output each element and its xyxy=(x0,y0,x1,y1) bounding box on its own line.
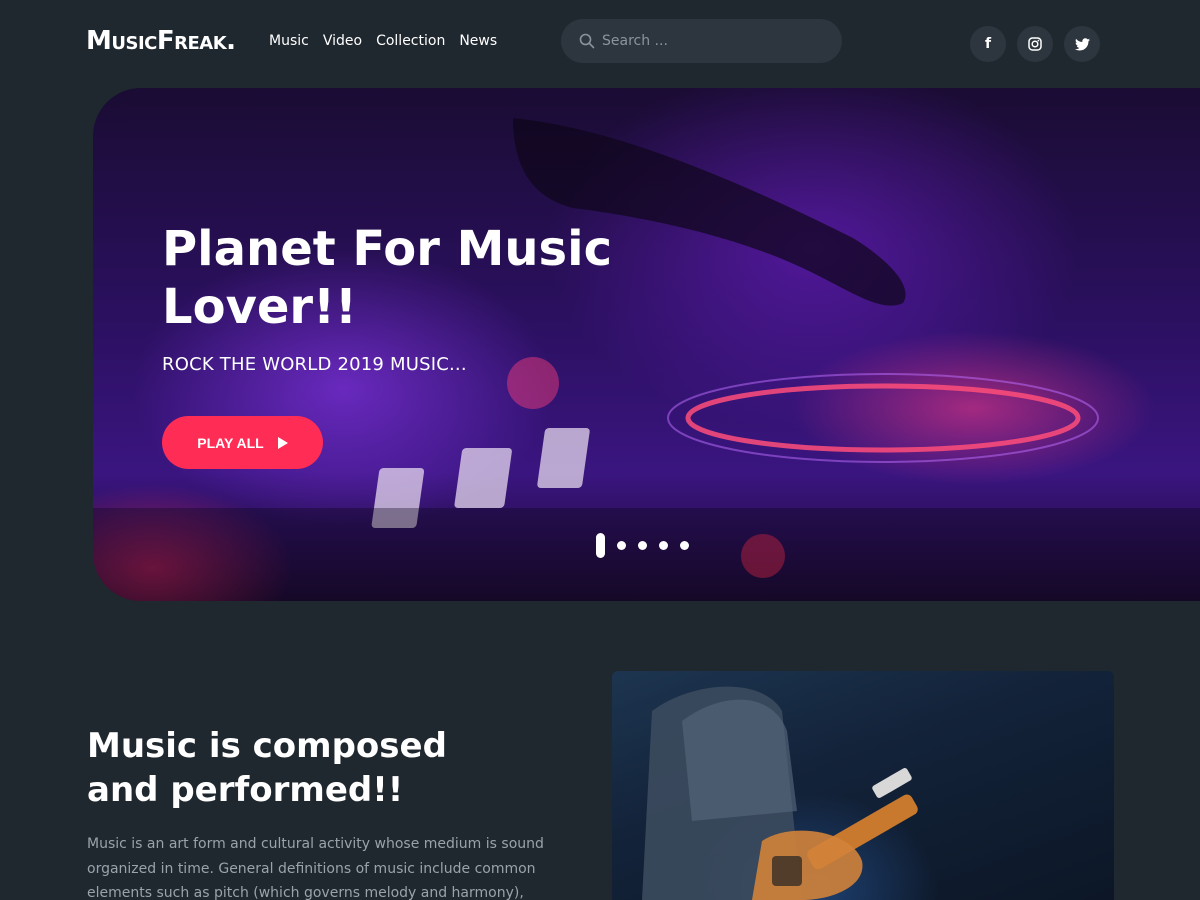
hero-subtitle: ROCK THE WORLD 2019 MUSIC... xyxy=(162,354,467,375)
search-input[interactable] xyxy=(602,19,822,63)
guitarist-illustration xyxy=(642,686,918,900)
site-logo[interactable]: MusicFreak. xyxy=(86,27,236,55)
hero-title: Planet For Music Lover!! xyxy=(162,221,613,335)
instagram-icon xyxy=(1028,37,1042,51)
facebook-button[interactable]: f xyxy=(970,26,1006,62)
instagram-button[interactable] xyxy=(1017,26,1053,62)
social-links: f xyxy=(970,26,1111,62)
slider-dots xyxy=(596,533,701,558)
about-title: Music is composed and performed!! xyxy=(87,726,447,810)
search-icon[interactable] xyxy=(579,33,595,49)
slider-dot-4[interactable] xyxy=(659,541,668,550)
dj-mixer-image xyxy=(93,118,1200,601)
about-text: Music is an art form and cultural activi… xyxy=(87,836,544,900)
nav-music[interactable]: Music xyxy=(269,32,309,50)
slider-dot-2[interactable] xyxy=(617,541,626,550)
facebook-icon: f xyxy=(984,36,992,52)
twitter-button[interactable] xyxy=(1064,26,1100,62)
nav-collection[interactable]: Collection xyxy=(376,32,445,50)
guitarist-image xyxy=(612,671,1114,900)
slider-dot-3[interactable] xyxy=(638,541,647,550)
hero-banner: Planet For Music Lover!! ROCK THE WORLD … xyxy=(93,88,1200,601)
play-all-button[interactable]: PLAY ALL xyxy=(162,416,323,469)
nav-video[interactable]: Video xyxy=(323,32,362,50)
search-bar xyxy=(561,19,842,63)
nav-news[interactable]: News xyxy=(459,32,497,50)
slider-dot-1[interactable] xyxy=(596,533,605,558)
slider-dot-5[interactable] xyxy=(680,541,689,550)
site-header: MusicFreak. Music Video Collection News … xyxy=(0,0,1200,88)
play-all-label: PLAY ALL xyxy=(197,434,264,451)
play-icon xyxy=(277,436,288,449)
main-nav: Music Video Collection News xyxy=(269,32,511,50)
twitter-icon xyxy=(1074,37,1090,50)
